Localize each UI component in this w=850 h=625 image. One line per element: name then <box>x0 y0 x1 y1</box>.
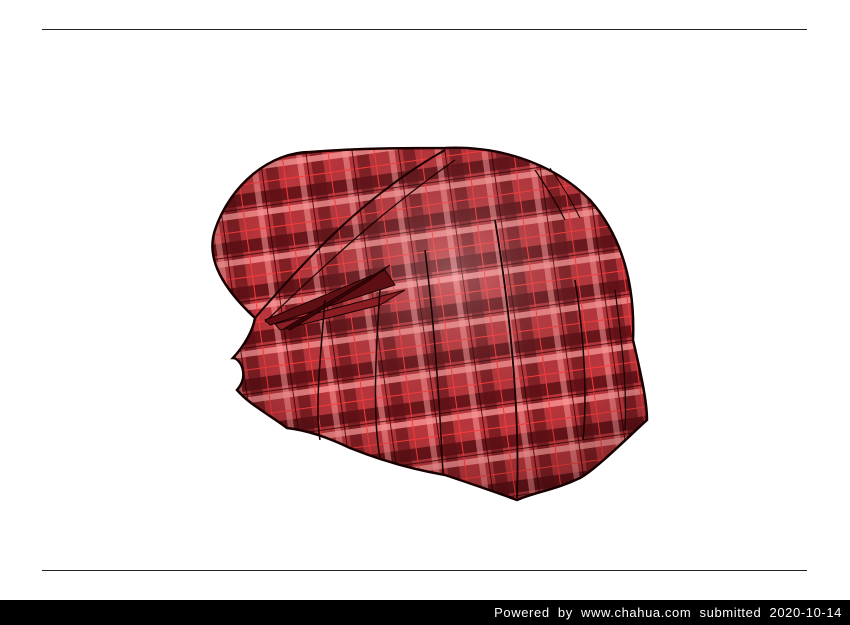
bottom-divider <box>42 570 807 571</box>
footer-date: 2020-10-14 <box>769 605 842 620</box>
top-divider <box>42 29 807 30</box>
footer-submitted-label: submitted <box>699 605 762 620</box>
plaid-cloth-artwork <box>211 146 649 502</box>
footer-powered-label: Powered by <box>494 605 573 620</box>
footer-site-link[interactable]: www.chahua.com <box>581 605 691 620</box>
footer-bar: Powered by www.chahua.com submitted 2020… <box>0 600 850 625</box>
